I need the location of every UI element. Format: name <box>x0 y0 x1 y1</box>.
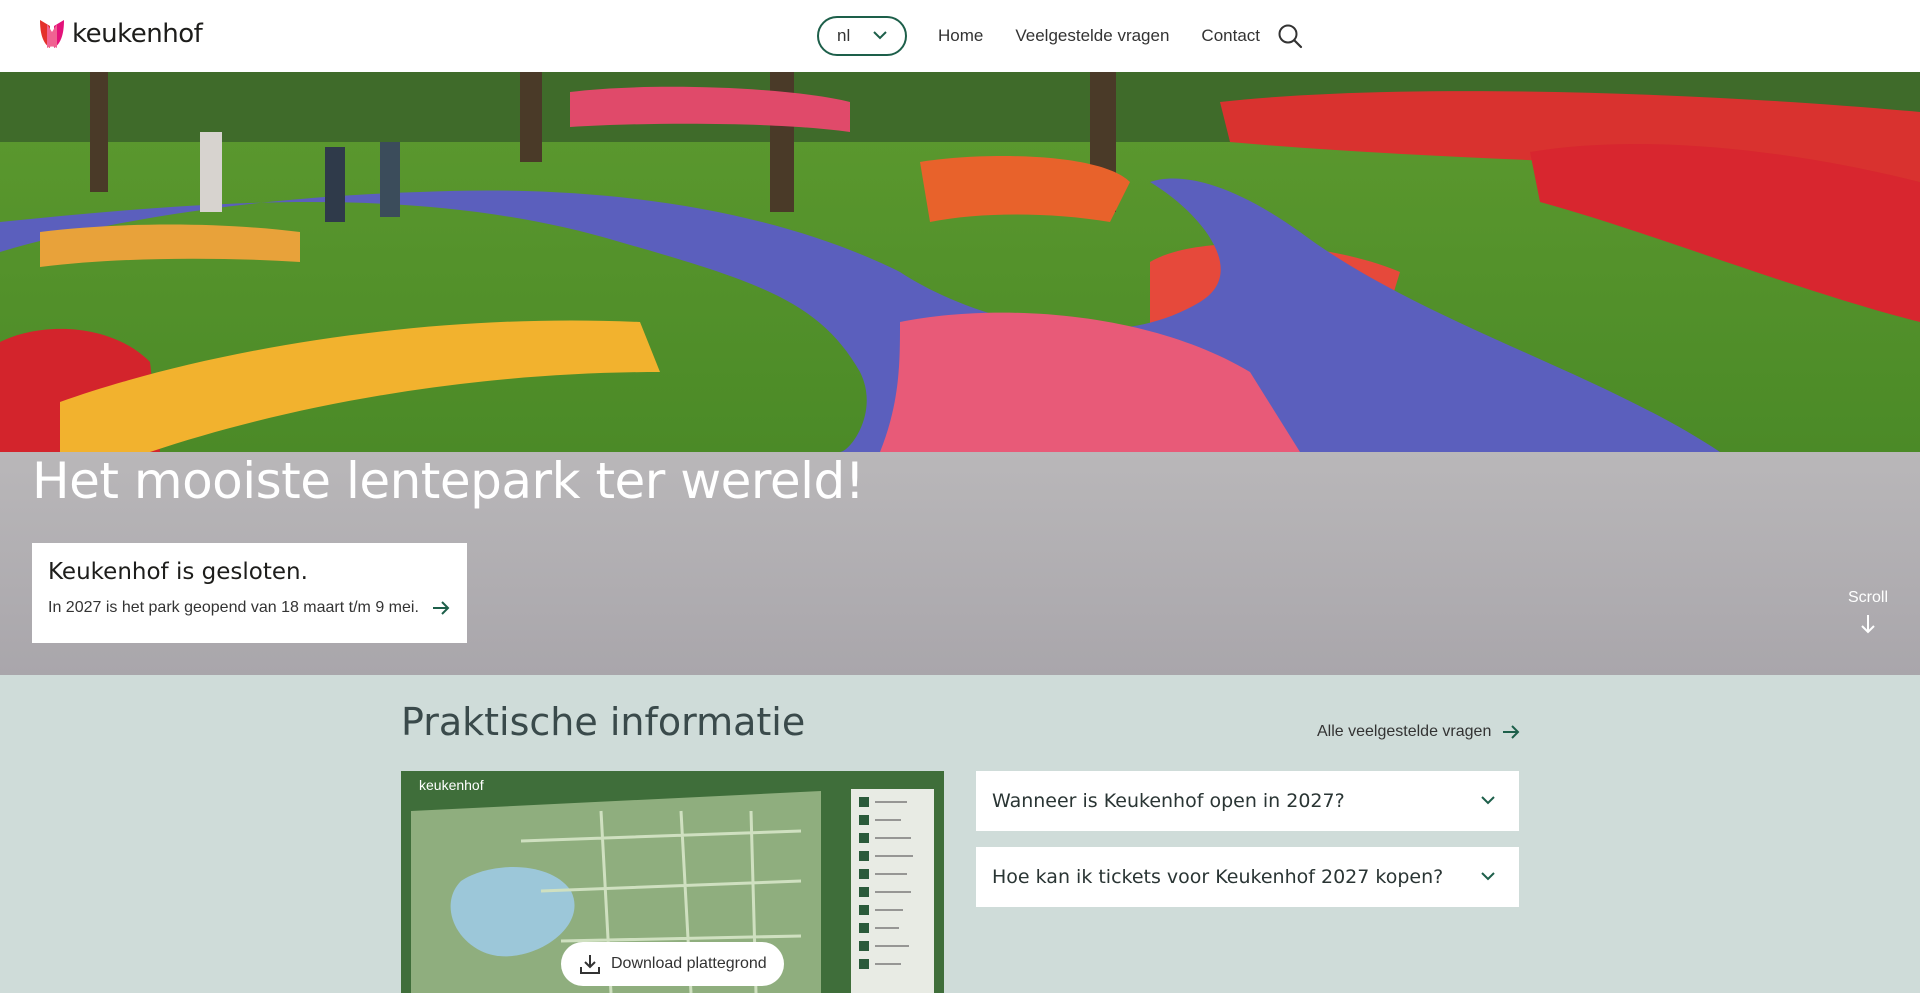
hero-title: Het mooiste lentepark ter wereld! <box>32 452 865 510</box>
faq-question: Hoe kan ik tickets voor Keukenhof 2027 k… <box>992 866 1444 888</box>
logo-text: keukenhof <box>72 19 203 49</box>
search-icon[interactable] <box>1277 23 1303 49</box>
chevron-down-icon <box>1481 796 1495 805</box>
download-map-label: Download plattegrond <box>611 955 767 972</box>
map-logo: keukenhof <box>419 777 484 793</box>
chevron-down-icon <box>873 31 887 40</box>
faq-question: Wanneer is Keukenhof open in 2027? <box>992 790 1345 812</box>
faq-item[interactable]: Wanneer is Keukenhof open in 2027? <box>976 771 1519 831</box>
arrow-right-icon <box>432 601 450 615</box>
scroll-label: Scroll <box>1848 589 1889 606</box>
download-map-button[interactable]: Download plattegrond <box>561 942 784 986</box>
site-header: keukenhof nl Home Veelgestelde vragen Co… <box>0 0 1920 72</box>
main-nav: Home Veelgestelde vragen Contact <box>938 26 1260 46</box>
arrow-down-icon <box>1861 615 1875 634</box>
tulip-garden-illustration <box>0 72 1920 452</box>
faq-item[interactable]: Hoe kan ik tickets voor Keukenhof 2027 k… <box>976 847 1519 907</box>
language-value: nl <box>837 26 851 45</box>
all-faq-link[interactable]: Alle veelgestelde vragen <box>1317 723 1521 741</box>
tulip-logo-icon <box>40 20 64 48</box>
all-faq-label: Alle veelgestelde vragen <box>1317 723 1492 740</box>
scroll-indicator[interactable]: Scroll <box>1848 589 1888 640</box>
section-title: Praktische informatie <box>401 700 806 744</box>
keukenhof-logo[interactable]: keukenhof <box>38 18 203 50</box>
nav-home[interactable]: Home <box>938 26 983 46</box>
arrow-right-icon <box>1503 725 1520 739</box>
closed-notice-link[interactable]: In 2027 is het park geopend van 18 maart… <box>48 599 451 617</box>
download-icon <box>580 955 600 974</box>
language-select[interactable]: nl <box>817 16 907 56</box>
closed-notice-text: In 2027 is het park geopend van 18 maart… <box>48 599 419 616</box>
closed-notice-title: Keukenhof is gesloten. <box>48 559 308 585</box>
chevron-down-icon <box>1481 872 1495 881</box>
closed-notice-card[interactable]: Keukenhof is gesloten. In 2027 is het pa… <box>32 543 467 643</box>
nav-contact[interactable]: Contact <box>1201 26 1260 46</box>
hero-image <box>0 72 1920 452</box>
nav-faq[interactable]: Veelgestelde vragen <box>1015 26 1169 46</box>
park-map[interactable]: keukenhof Download plattegrond <box>401 771 944 993</box>
